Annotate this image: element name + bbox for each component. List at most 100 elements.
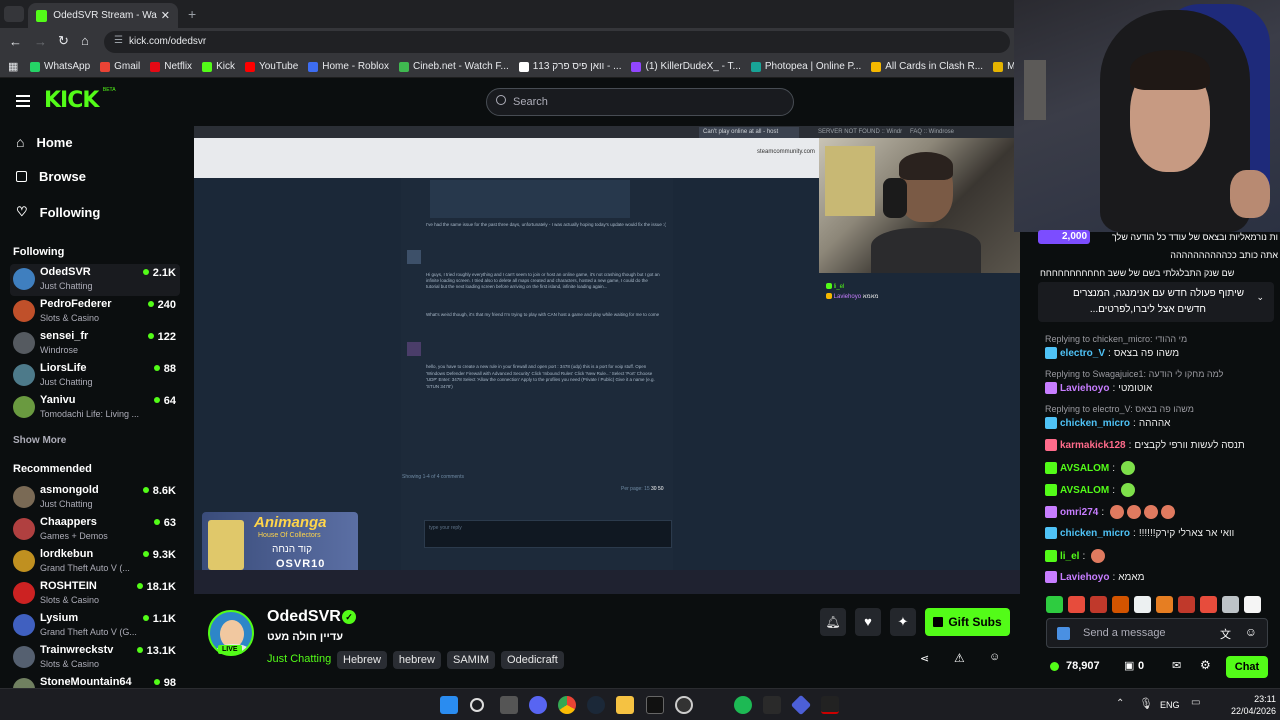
- chat-send-button[interactable]: Chat: [1226, 656, 1268, 678]
- chat-reply-context[interactable]: Replying to electro_V: משהו פה בצאס: [1045, 404, 1194, 414]
- new-tab-icon[interactable]: +: [188, 6, 196, 22]
- bookmark-item[interactable]: Gmail: [100, 61, 140, 72]
- bookmark-item[interactable]: (1) KillerDudeX_ - T...: [631, 61, 741, 72]
- gift-footer-icon[interactable]: ▣: [1124, 659, 1134, 672]
- tab-menu-button[interactable]: [4, 6, 24, 22]
- language-indicator[interactable]: ENG: [1160, 700, 1180, 710]
- quick-emote-icon[interactable]: [1156, 595, 1173, 613]
- search-taskbar-icon[interactable]: [470, 698, 484, 712]
- gift-subs-button[interactable]: Gift Subs: [925, 608, 1010, 636]
- sidebar-channel-recommended[interactable]: Lysium Grand Theft Auto V (G... 1.1K: [10, 610, 180, 642]
- settings-icon[interactable]: ⚙: [1200, 658, 1211, 672]
- channel-name[interactable]: OdedSVR: [267, 608, 341, 626]
- bookmark-item[interactable]: YouTube: [244, 61, 298, 72]
- sidebar-channel-recommended[interactable]: StoneMountain64 98: [10, 674, 180, 688]
- message-icon[interactable]: ✉: [1172, 659, 1181, 672]
- bookmark-item[interactable]: Marvel Cinematic U...: [993, 61, 1014, 72]
- chevron-down-icon[interactable]: ⌄: [1256, 292, 1264, 303]
- quick-emote-icon[interactable]: [1200, 595, 1217, 613]
- nav-browse[interactable]: Browse: [16, 169, 86, 184]
- sidebar-channel-recommended[interactable]: Chaappers Games + Demos 63: [10, 514, 180, 546]
- bookmark-item[interactable]: וואן פיס פרק 113 - ...: [518, 61, 621, 72]
- sidebar-channel-following[interactable]: Yanivu Tomodachi Life: Living ... 64: [10, 392, 180, 424]
- follow-button[interactable]: ♥: [855, 608, 881, 636]
- app-icon[interactable]: [790, 694, 812, 716]
- site-info-icon[interactable]: ☰: [114, 35, 123, 46]
- chat-username[interactable]: AVSALOM: [1060, 463, 1109, 474]
- notifications-button[interactable]: 🔔︎: [820, 608, 846, 636]
- show-more-link[interactable]: Show More: [13, 435, 66, 446]
- chat-username[interactable]: karmakick128: [1060, 440, 1126, 451]
- bookmark-item[interactable]: WhatsApp: [30, 61, 90, 72]
- sidebar-channel-following[interactable]: sensei_fr Windrose 122: [10, 328, 180, 360]
- sidebar-channel-recommended[interactable]: ROSHTEIN Slots & Casino 18.1K: [10, 578, 180, 610]
- chat-input[interactable]: Send a message 文 ☺: [1046, 618, 1268, 648]
- clock[interactable]: 23:11 22/04/2026: [1226, 693, 1276, 717]
- tag-chip[interactable]: Odedicraft: [501, 651, 564, 669]
- kick-logo[interactable]: KICK BETA: [44, 87, 116, 113]
- chat-username[interactable]: Laviehoyo: [1060, 383, 1109, 394]
- reload-icon[interactable]: ↻: [58, 33, 69, 49]
- sidebar-channel-recommended[interactable]: lordkebun Grand Theft Auto V (... 9.3K: [10, 546, 180, 578]
- chrome-icon[interactable]: [558, 696, 576, 714]
- report-icon[interactable]: ⚠: [954, 651, 965, 665]
- quick-emote-icon[interactable]: [1178, 595, 1195, 613]
- chat-username[interactable]: li_el: [1060, 551, 1079, 562]
- capcut-icon[interactable]: [646, 696, 664, 714]
- steam-icon[interactable]: [587, 696, 605, 714]
- network-icon[interactable]: ▭: [1191, 697, 1200, 708]
- bookmark-item[interactable]: All Cards in Clash R...: [871, 61, 983, 72]
- address-bar[interactable]: ☰ kick.com/odedsvr: [104, 31, 1010, 53]
- file-explorer-icon[interactable]: [616, 696, 634, 714]
- video-player[interactable]: Can't play online at all - host SERVER N…: [194, 126, 1020, 594]
- tag-chip[interactable]: SAMIM: [446, 651, 496, 669]
- back-icon[interactable]: ←: [9, 34, 22, 49]
- sidebar-channel-following[interactable]: LiorsLife Just Chatting 88: [10, 360, 180, 392]
- tag-chip[interactable]: Hebrew: [337, 651, 387, 669]
- tag-chip[interactable]: hebrew: [392, 651, 441, 669]
- spotify-icon[interactable]: [734, 696, 752, 714]
- quick-emote-icon[interactable]: [1068, 595, 1085, 613]
- task-view-icon[interactable]: [500, 696, 518, 714]
- chat-reply-context[interactable]: Replying to Swagajuice1: למה מחקו לי הוד…: [1045, 369, 1223, 379]
- windows-start-icon[interactable]: [440, 696, 458, 714]
- chat-reply-context[interactable]: Replying to chicken_micro: מי ההודי: [1045, 334, 1187, 344]
- quick-emote-icon[interactable]: [1046, 595, 1063, 613]
- quick-emote-icon[interactable]: [1134, 595, 1151, 613]
- sidebar-channel-recommended[interactable]: Trainwreckstv Slots & Casino 13.1K: [10, 642, 180, 674]
- browser-tab[interactable]: OdedSVR Stream - Watch Live ✕: [28, 3, 178, 28]
- epic-games-icon[interactable]: [763, 696, 781, 714]
- search-input[interactable]: Search: [513, 96, 548, 108]
- bookmark-item[interactable]: Home - Roblox: [308, 61, 389, 72]
- quick-emote-icon[interactable]: [1244, 595, 1261, 613]
- nav-following[interactable]: ♡ Following: [16, 204, 100, 220]
- sidebar-channel-following[interactable]: OdedSVR Just Chatting 2.1K: [10, 264, 180, 296]
- bookmark-item[interactable]: Photopea | Online P...: [750, 61, 861, 72]
- sidebar-channel-recommended[interactable]: asmongold Just Chatting 8.6K: [10, 482, 180, 514]
- chat-username[interactable]: electro_V: [1060, 348, 1105, 359]
- quick-emote-icon[interactable]: [1090, 595, 1107, 613]
- bookmark-item[interactable]: Netflix: [150, 61, 192, 72]
- share-icon[interactable]: ⋖: [920, 652, 929, 665]
- chat-username[interactable]: chicken_micro: [1060, 418, 1130, 429]
- chat-username[interactable]: chicken_micro: [1060, 528, 1130, 539]
- emoji-icon[interactable]: ☺: [1245, 625, 1257, 639]
- forward-icon[interactable]: →: [34, 34, 47, 49]
- mic-icon[interactable]: 🎙︎: [1139, 697, 1153, 710]
- close-tab-icon[interactable]: ✕: [161, 9, 170, 22]
- sidebar-channel-following[interactable]: PedroFederer Slots & Casino 240: [10, 296, 180, 328]
- quick-emote-icon[interactable]: [1112, 595, 1129, 613]
- home-browser-icon[interactable]: ⌂: [81, 33, 89, 48]
- category-link[interactable]: Just Chatting: [267, 653, 331, 665]
- bookmark-item[interactable]: Kick: [202, 61, 235, 72]
- chat-username[interactable]: Laviehoyo: [1060, 572, 1109, 583]
- chat-username[interactable]: omri274: [1060, 507, 1098, 518]
- boost-button[interactable]: ✦: [890, 608, 916, 636]
- kick-emote-icon[interactable]: [1057, 627, 1070, 640]
- obs-icon[interactable]: [675, 696, 693, 714]
- chat-username[interactable]: AVSALOM: [1060, 485, 1109, 496]
- apps-grid-icon[interactable]: ▦: [8, 60, 18, 73]
- discord-icon[interactable]: [529, 696, 547, 714]
- app-icon-2[interactable]: [821, 696, 839, 714]
- search-box[interactable]: Search: [486, 88, 794, 116]
